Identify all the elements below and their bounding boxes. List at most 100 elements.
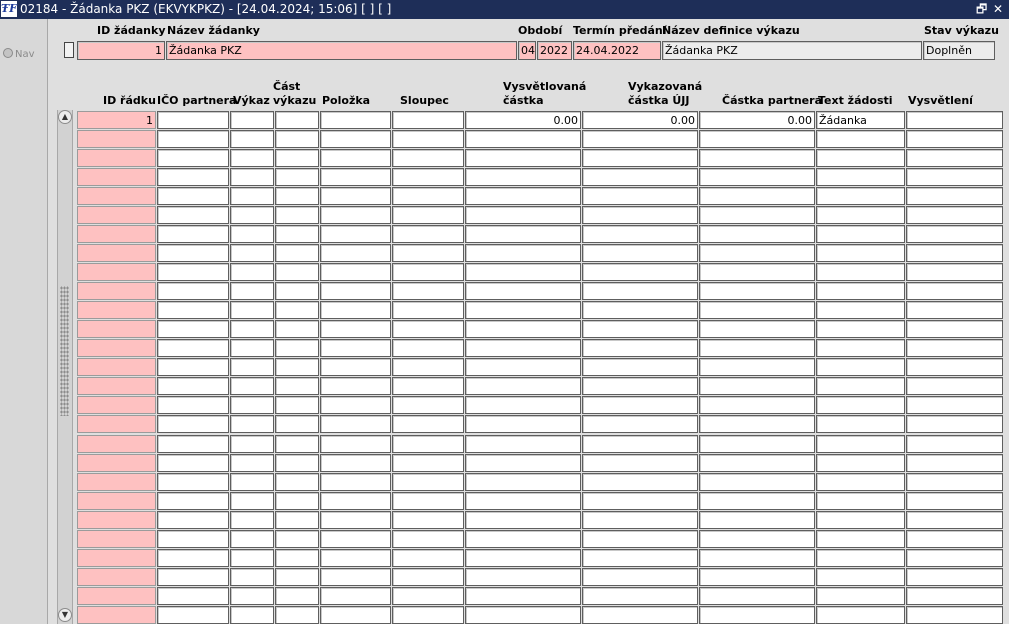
cell-id_radku[interactable] bbox=[77, 187, 156, 205]
cell-sloupec[interactable] bbox=[392, 435, 464, 453]
cell-vykazovana[interactable] bbox=[582, 511, 698, 529]
cell-ico[interactable] bbox=[157, 130, 229, 148]
cell-polozka[interactable] bbox=[320, 377, 391, 395]
cell-text[interactable] bbox=[816, 263, 905, 281]
cell-vykaz[interactable] bbox=[230, 168, 274, 186]
cell-vykazovana[interactable] bbox=[582, 149, 698, 167]
cell-text[interactable] bbox=[816, 492, 905, 510]
cell-vykazovana[interactable] bbox=[582, 396, 698, 414]
cell-text[interactable] bbox=[816, 435, 905, 453]
cell-vykaz[interactable] bbox=[230, 301, 274, 319]
cell-vykazovana[interactable] bbox=[582, 263, 698, 281]
cell-vykazovana[interactable] bbox=[582, 282, 698, 300]
cell-vykaz[interactable] bbox=[230, 111, 274, 129]
cell-partnera[interactable] bbox=[699, 149, 815, 167]
cell-text[interactable] bbox=[816, 473, 905, 491]
cell-id_radku[interactable] bbox=[77, 396, 156, 414]
cell-vykaz[interactable] bbox=[230, 187, 274, 205]
cell-sloupec[interactable] bbox=[392, 282, 464, 300]
cell-polozka[interactable] bbox=[320, 320, 391, 338]
cell-vysvetlovana[interactable] bbox=[465, 396, 581, 414]
cell-vykaz[interactable] bbox=[230, 587, 274, 605]
cell-text[interactable] bbox=[816, 415, 905, 433]
cell-vykazovana[interactable] bbox=[582, 225, 698, 243]
cell-partnera[interactable] bbox=[699, 568, 815, 586]
cell-id_radku[interactable] bbox=[77, 206, 156, 224]
cell-ico[interactable] bbox=[157, 435, 229, 453]
cell-vysvetleni[interactable] bbox=[906, 168, 1003, 186]
cell-text[interactable] bbox=[816, 282, 905, 300]
cell-vysvetleni[interactable] bbox=[906, 263, 1003, 281]
cell-polozka[interactable] bbox=[320, 339, 391, 357]
cell-text[interactable] bbox=[816, 396, 905, 414]
cell-vysvetleni[interactable] bbox=[906, 225, 1003, 243]
cell-text[interactable] bbox=[816, 206, 905, 224]
cell-ico[interactable] bbox=[157, 549, 229, 567]
cell-vysvetlovana[interactable]: 0.00 bbox=[465, 111, 581, 129]
cell-partnera[interactable] bbox=[699, 244, 815, 262]
cell-vysvetleni[interactable] bbox=[906, 415, 1003, 433]
cell-vykazovana[interactable] bbox=[582, 530, 698, 548]
cell-ico[interactable] bbox=[157, 396, 229, 414]
cell-sloupec[interactable] bbox=[392, 606, 464, 624]
cell-partnera[interactable]: 0.00 bbox=[699, 111, 815, 129]
cell-text[interactable] bbox=[816, 244, 905, 262]
cell-vykazovana[interactable] bbox=[582, 206, 698, 224]
cell-vykaz[interactable] bbox=[230, 511, 274, 529]
cell-cast[interactable] bbox=[275, 339, 319, 357]
cell-vysvetleni[interactable] bbox=[906, 206, 1003, 224]
cell-vysvetlovana[interactable] bbox=[465, 301, 581, 319]
cell-id_radku[interactable] bbox=[77, 473, 156, 491]
cell-vykaz[interactable] bbox=[230, 282, 274, 300]
cell-polozka[interactable] bbox=[320, 111, 391, 129]
cell-cast[interactable] bbox=[275, 111, 319, 129]
cell-vysvetlovana[interactable] bbox=[465, 282, 581, 300]
cell-vysvetlovana[interactable] bbox=[465, 206, 581, 224]
nazev-definice-field[interactable]: Žádanka PKZ bbox=[662, 41, 922, 60]
cell-vykazovana[interactable] bbox=[582, 568, 698, 586]
cell-id_radku[interactable] bbox=[77, 511, 156, 529]
cell-sloupec[interactable] bbox=[392, 225, 464, 243]
cell-vysvetleni[interactable] bbox=[906, 511, 1003, 529]
cell-vysvetlovana[interactable] bbox=[465, 168, 581, 186]
cell-ico[interactable] bbox=[157, 568, 229, 586]
nazev-zadanky-field[interactable]: Žádanka PKZ bbox=[166, 41, 517, 60]
cell-partnera[interactable] bbox=[699, 511, 815, 529]
cell-partnera[interactable] bbox=[699, 320, 815, 338]
cell-polozka[interactable] bbox=[320, 149, 391, 167]
cell-sloupec[interactable] bbox=[392, 568, 464, 586]
cell-polozka[interactable] bbox=[320, 225, 391, 243]
cell-vykaz[interactable] bbox=[230, 606, 274, 624]
cell-text[interactable] bbox=[816, 168, 905, 186]
cell-id_radku[interactable] bbox=[77, 320, 156, 338]
cell-ico[interactable] bbox=[157, 492, 229, 510]
cell-ico[interactable] bbox=[157, 377, 229, 395]
stav-vykazu-field[interactable]: Doplněn bbox=[923, 41, 995, 60]
cell-id_radku[interactable] bbox=[77, 244, 156, 262]
cell-partnera[interactable] bbox=[699, 606, 815, 624]
cell-vykaz[interactable] bbox=[230, 320, 274, 338]
cell-vykaz[interactable] bbox=[230, 568, 274, 586]
cell-vysvetlovana[interactable] bbox=[465, 549, 581, 567]
cell-vysvetlovana[interactable] bbox=[465, 473, 581, 491]
cell-text[interactable] bbox=[816, 377, 905, 395]
cell-sloupec[interactable] bbox=[392, 587, 464, 605]
restore-window-button[interactable]: 🗗 bbox=[976, 0, 987, 19]
cell-vykazovana[interactable] bbox=[582, 549, 698, 567]
cell-vysvetlovana[interactable] bbox=[465, 149, 581, 167]
cell-vykaz[interactable] bbox=[230, 415, 274, 433]
cell-id_radku[interactable] bbox=[77, 606, 156, 624]
cell-vysvetleni[interactable] bbox=[906, 377, 1003, 395]
cell-vysvetleni[interactable] bbox=[906, 339, 1003, 357]
cell-partnera[interactable] bbox=[699, 339, 815, 357]
cell-vykazovana[interactable] bbox=[582, 339, 698, 357]
cell-text[interactable] bbox=[816, 225, 905, 243]
cell-id_radku[interactable] bbox=[77, 130, 156, 148]
cell-vysvetleni[interactable] bbox=[906, 187, 1003, 205]
cell-vysvetleni[interactable] bbox=[906, 435, 1003, 453]
cell-vykazovana[interactable] bbox=[582, 587, 698, 605]
cell-polozka[interactable] bbox=[320, 606, 391, 624]
cell-polozka[interactable] bbox=[320, 549, 391, 567]
cell-vysvetleni[interactable] bbox=[906, 358, 1003, 376]
cell-cast[interactable] bbox=[275, 530, 319, 548]
